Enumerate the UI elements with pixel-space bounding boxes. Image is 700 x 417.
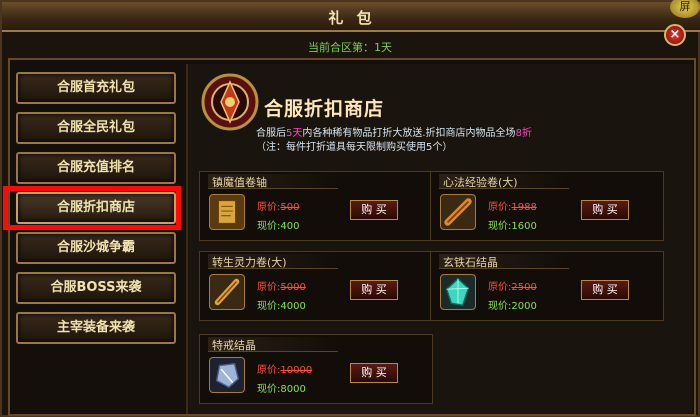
sidebar-item-castle-war[interactable]: 合服沙城争霸 — [16, 232, 176, 264]
shop-title: 合服折扣商店 — [264, 98, 385, 120]
buy-button[interactable]: 购 买 — [350, 363, 398, 383]
item-name: 转生灵力卷(大) — [208, 254, 338, 269]
current-price: 400 — [280, 221, 300, 232]
buy-button[interactable]: 购 买 — [350, 280, 398, 300]
roll-icon — [209, 274, 245, 310]
book-roll-icon — [440, 194, 476, 230]
buy-button[interactable]: 购 买 — [581, 280, 629, 300]
sidebar-item-equipment[interactable]: 主宰装备来袭 — [16, 312, 176, 344]
item-name: 特戒结晶 — [208, 337, 338, 352]
current-price: 1600 — [511, 221, 537, 232]
sidebar-item-recharge-rank[interactable]: 合服充值排名 — [16, 152, 176, 184]
item-card: 特戒结晶 原价:10000 现价:8000 购 买 — [199, 334, 433, 404]
scroll-icon — [209, 194, 245, 230]
item-name: 玄铁石结晶 — [439, 254, 569, 269]
original-price: 1988 — [511, 202, 537, 213]
item-card: 转生灵力卷(大) 原价:5000 现价:4000 购 买 — [199, 251, 433, 321]
current-price: 8000 — [280, 384, 306, 395]
buy-button[interactable]: 购 买 — [581, 200, 629, 220]
original-price: 500 — [280, 202, 300, 213]
current-price: 2000 — [511, 301, 537, 312]
original-price: 5000 — [280, 282, 306, 293]
current-price: 4000 — [280, 301, 306, 312]
item-card: 心法经验卷(大) 原价:1988 现价:1600 购 买 — [430, 171, 664, 241]
shop-description: 合服后5天内各种稀有物品打折大放送.折扣商店内物品全场8折 （注：每件打折道具每… — [256, 128, 532, 153]
gem-icon — [209, 357, 245, 393]
item-card: 镇魔值卷轴 原价:500 现价:400 购 买 — [199, 171, 433, 241]
zone-day-text: 当前合区第：1天 — [308, 41, 392, 54]
shop-emblem-icon — [201, 73, 259, 131]
sidebar-item-first-recharge[interactable]: 合服首充礼包 — [16, 72, 176, 104]
sidebar-item-boss[interactable]: 合服BOSS来袭 — [16, 272, 176, 304]
window-title: 礼 包 — [328, 9, 376, 27]
item-name: 心法经验卷(大) — [439, 174, 569, 189]
crystal-icon — [440, 274, 476, 310]
original-price: 10000 — [280, 365, 313, 376]
original-price: 2500 — [511, 282, 537, 293]
item-name: 镇魔值卷轴 — [208, 174, 338, 189]
title-bar: 礼 包 屏 — [2, 0, 700, 32]
gift-window: 礼 包 屏 × 当前合区第：1天 合服首充礼包 合服全民礼包 合服充值排名 合服… — [0, 0, 700, 417]
sidebar-item-all-server[interactable]: 合服全民礼包 — [16, 112, 176, 144]
shop-note: （注：每件打折道具每天限制购买使用5个） — [256, 142, 453, 153]
sidebar: 合服首充礼包 合服全民礼包 合服充值排名 合服折扣商店 合服沙城争霸 合服BOS… — [12, 64, 180, 414]
item-card: 玄铁石结晶 原价:2500 现价:2000 购 买 — [430, 251, 664, 321]
selection-highlight — [3, 186, 181, 230]
buy-button[interactable]: 购 买 — [350, 200, 398, 220]
